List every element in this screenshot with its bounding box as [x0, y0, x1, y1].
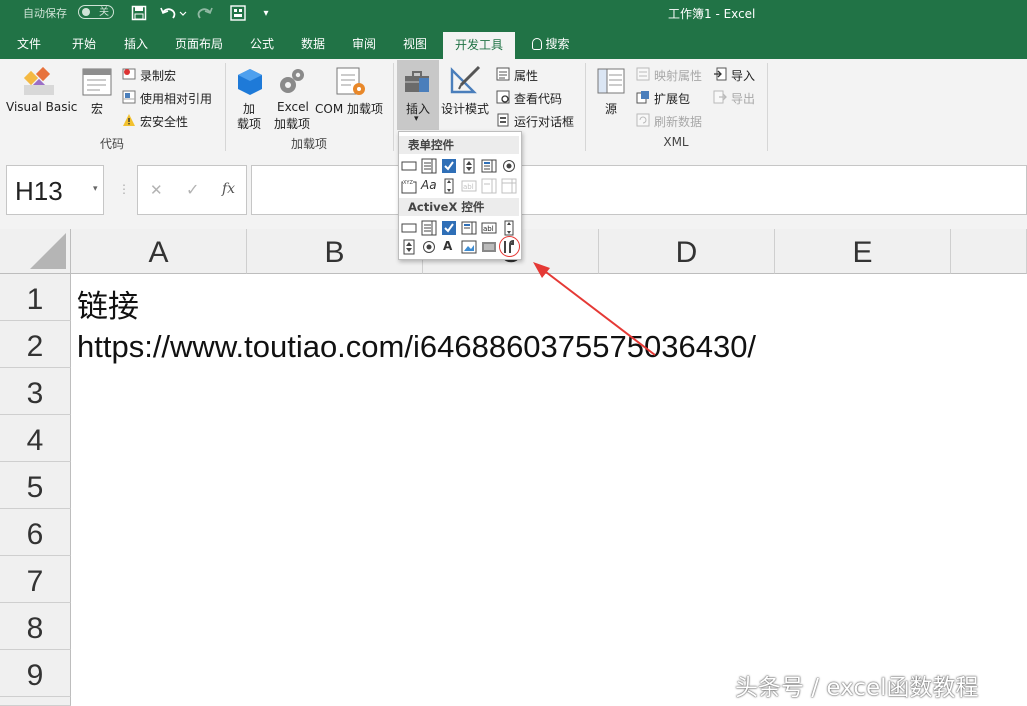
watermark: 头条号 / excel函数教程 — [735, 675, 979, 701]
label-control-icon[interactable]: Aa — [421, 178, 439, 194]
annotation-arrow — [533, 262, 656, 356]
group-box-xyz: XYZ — [403, 180, 413, 186]
spin-button-icon[interactable] — [461, 158, 477, 174]
activex-controls-header: ActiveX 控件 — [399, 198, 519, 216]
activex-scroll-bar-icon[interactable] — [501, 220, 517, 236]
activex-text-box-icon[interactable]: abl — [481, 220, 497, 236]
text-field-abl: abl — [463, 183, 474, 191]
activex-label-icon[interactable]: A — [443, 239, 459, 255]
insert-controls-dropdown: 表单控件 XYZ Aa abl ActiveX 控件 abl A — [398, 131, 522, 260]
annotation-circle — [499, 236, 520, 257]
activex-toggle-button-icon[interactable] — [481, 239, 497, 255]
activex-list-box-icon[interactable] — [461, 220, 477, 236]
combo-list-disabled-icon[interactable] — [481, 178, 497, 194]
list-box-icon[interactable] — [481, 158, 497, 174]
combo-box-icon[interactable] — [421, 158, 437, 174]
button-control-icon[interactable] — [401, 158, 417, 174]
group-box-icon[interactable]: XYZ — [401, 178, 417, 194]
combo-dropdown-disabled-icon[interactable] — [501, 178, 517, 194]
activex-option-button-icon[interactable] — [421, 239, 437, 255]
form-controls-header: 表单控件 — [399, 136, 519, 154]
activex-checkbox-icon[interactable] — [441, 220, 457, 236]
activex-text-box-abl: abl — [483, 225, 494, 233]
activex-image-icon[interactable] — [461, 239, 477, 255]
activex-combo-box-icon[interactable] — [421, 220, 437, 236]
text-field-disabled-icon[interactable]: abl — [461, 178, 477, 194]
activex-command-button-icon[interactable] — [401, 220, 417, 236]
activex-spin-button-icon[interactable] — [401, 239, 417, 255]
option-button-icon[interactable] — [501, 158, 517, 174]
checkbox-control-icon[interactable] — [441, 158, 457, 174]
scroll-bar-icon[interactable] — [441, 178, 457, 194]
